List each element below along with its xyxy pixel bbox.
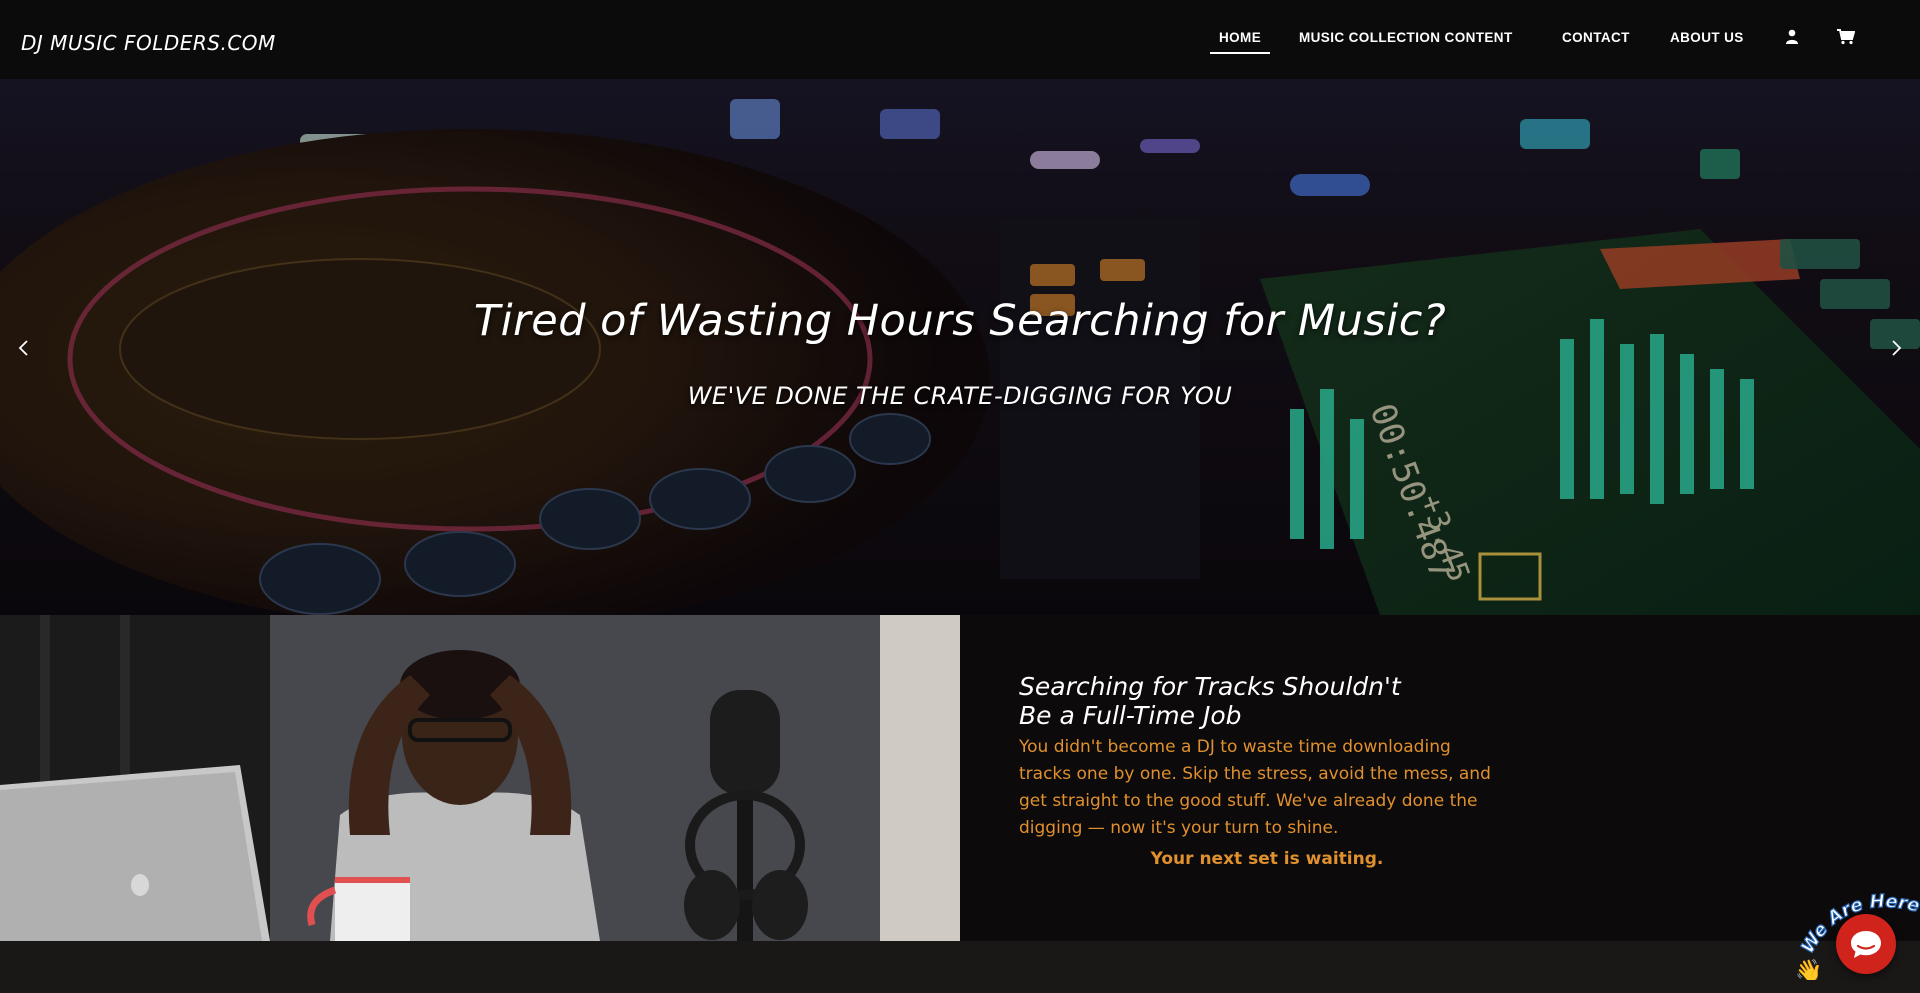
nav-music-collection-content[interactable]: MUSIC COLLECTION CONTENT xyxy=(1299,30,1513,45)
chevron-right-icon[interactable] xyxy=(1881,333,1911,363)
intro-text-block: Searching for Tracks Shouldn't Be a Full… xyxy=(1019,672,1499,869)
hero-subtitle: WE'VE DONE THE CRATE-DIGGING FOR YOU xyxy=(687,382,1233,410)
hero-slider: 00:50.487 +3.45 Tired of Wasting Hours S… xyxy=(0,79,1920,615)
hero-title: Tired of Wasting Hours Searching for Mus… xyxy=(473,296,1447,346)
nav-about-us[interactable]: ABOUT US xyxy=(1670,30,1744,45)
chat-bubble-icon xyxy=(1851,931,1881,958)
cart-icon[interactable] xyxy=(1837,29,1856,49)
section-cta-text: Your next set is waiting. xyxy=(1150,849,1384,869)
intro-section: Searching for Tracks Shouldn't Be a Full… xyxy=(0,615,1920,941)
nav-contact[interactable]: CONTACT xyxy=(1562,30,1630,45)
section-body-text: You didn't become a DJ to waste time dow… xyxy=(1019,737,1491,838)
nav-home[interactable]: HOME xyxy=(1209,30,1271,54)
site-header: DJ MUSIC FOLDERS.COM HOME MUSIC COLLECTI… xyxy=(0,0,1920,79)
waving-hand-icon: 👋 xyxy=(1795,958,1822,980)
section-title-line-1: Searching for Tracks Shouldn't xyxy=(1019,672,1401,701)
chevron-left-icon[interactable] xyxy=(9,333,39,363)
stressed-dj-photo xyxy=(0,615,960,941)
section-title-line-2: Be a Full-Time Job xyxy=(1019,701,1242,730)
section-title: Searching for Tracks Shouldn't Be a Full… xyxy=(1019,672,1499,730)
footer-band xyxy=(0,941,1920,993)
hero-background-image: 00:50.487 +3.45 xyxy=(0,79,1920,615)
main-nav: HOME MUSIC COLLECTION CONTENT CONTACT AB… xyxy=(0,0,1920,79)
user-icon[interactable] xyxy=(1785,29,1799,49)
chat-button[interactable] xyxy=(1836,914,1896,974)
